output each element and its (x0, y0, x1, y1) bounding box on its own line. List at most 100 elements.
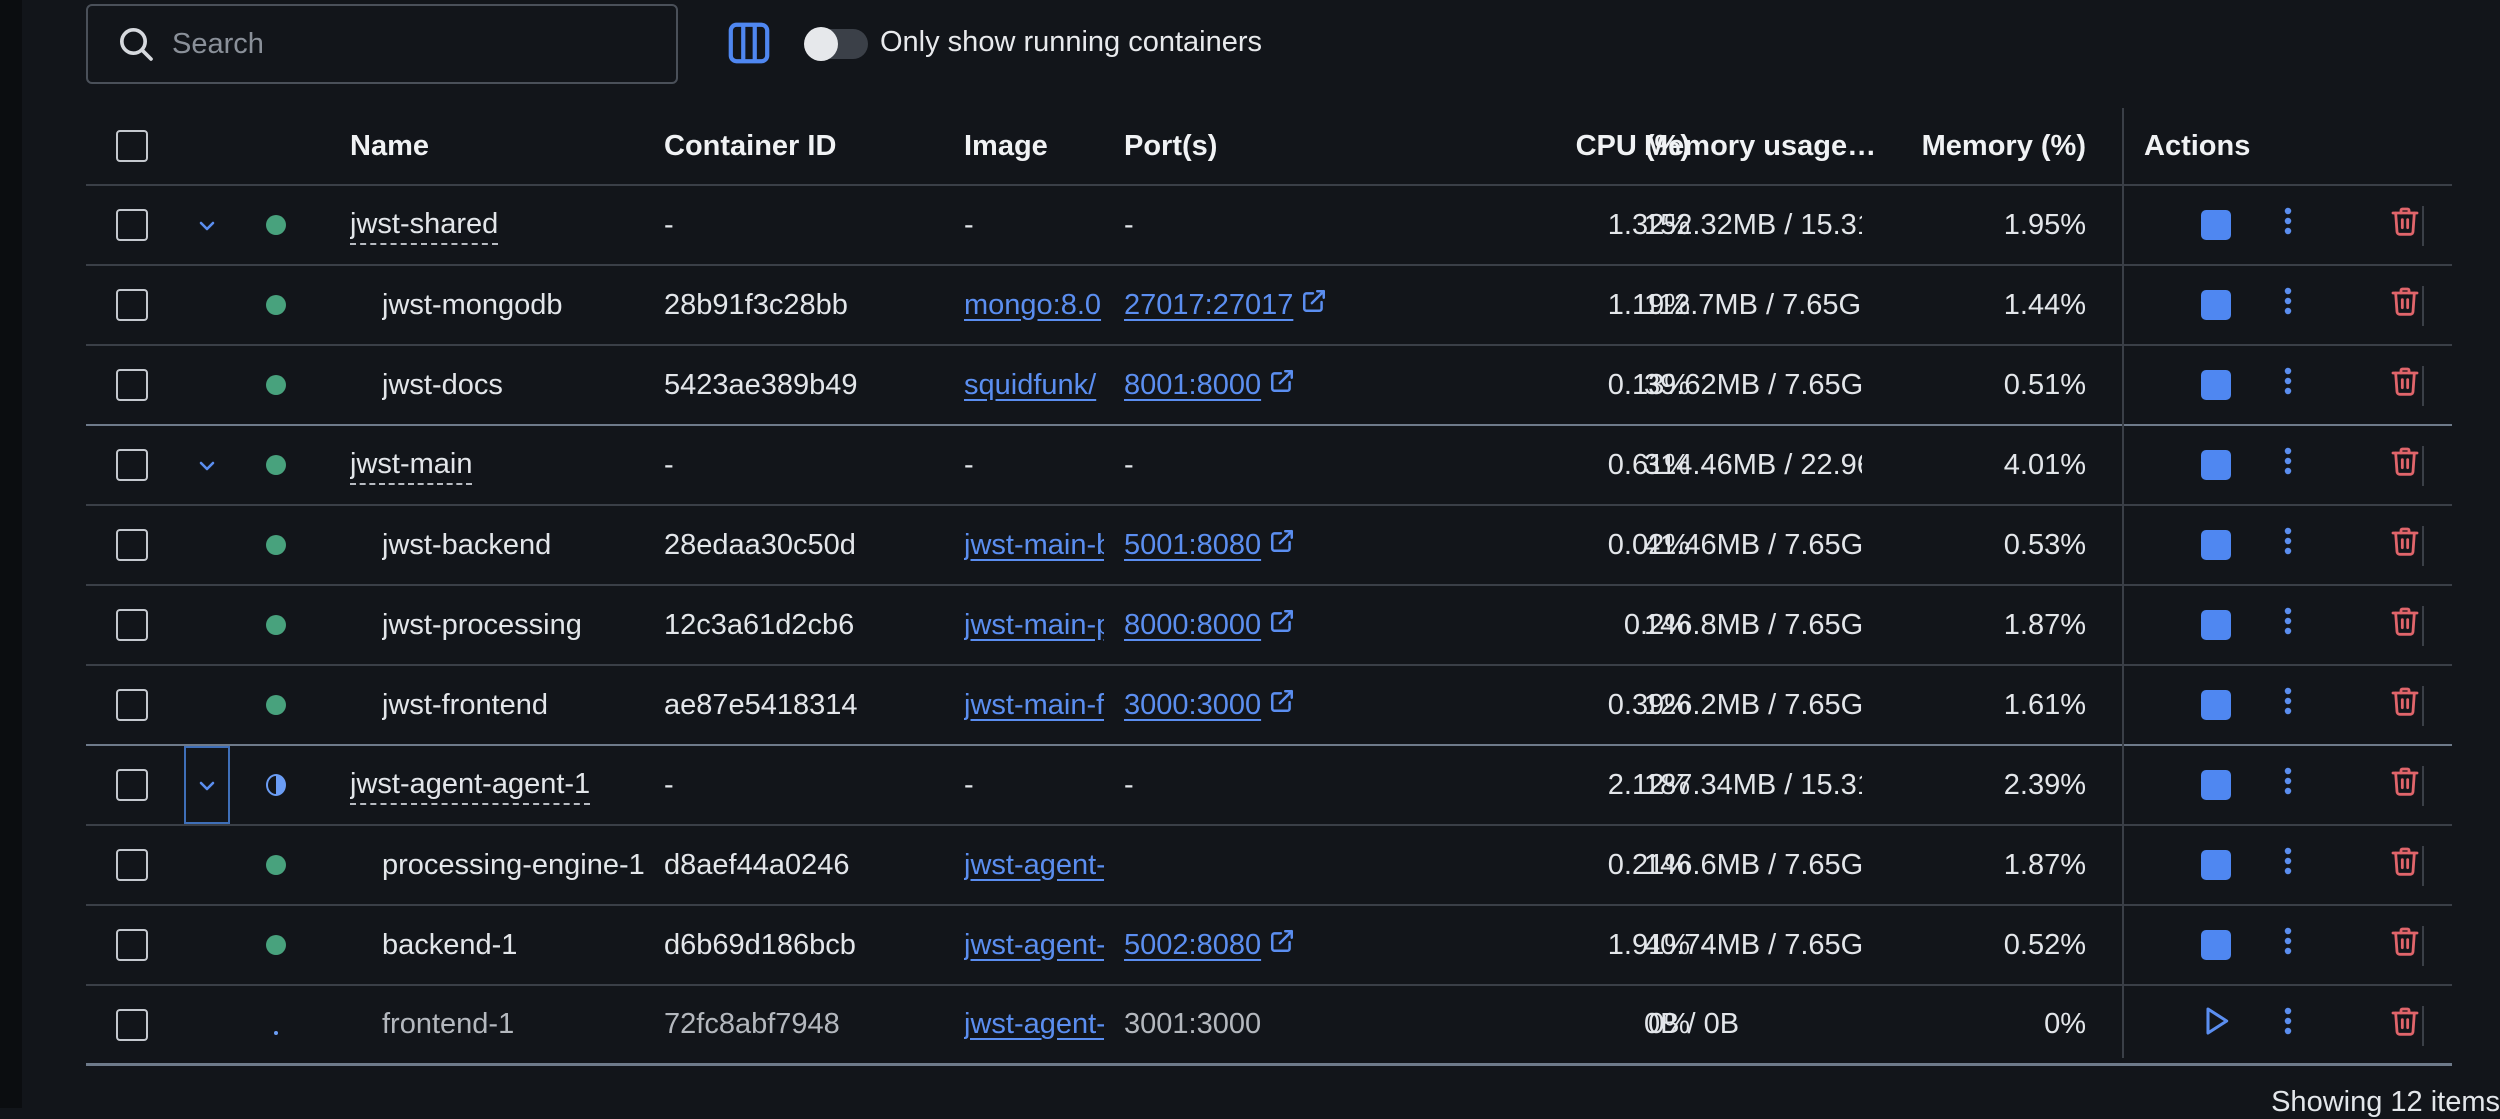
row-checkbox[interactable] (116, 209, 148, 241)
table-row[interactable]: backend-1 d6b69d186bcb jwst-agent- 5002:… (86, 906, 2452, 986)
stop-button[interactable] (2201, 450, 2231, 480)
container-name[interactable]: jwst-shared (350, 205, 499, 245)
more-options-icon[interactable] (2283, 525, 2293, 565)
table-row[interactable]: jwst-backend 28edaa30c50d jwst-main-b 50… (86, 506, 2452, 586)
more-options-icon[interactable] (2283, 285, 2293, 325)
external-link-icon[interactable] (1261, 928, 1295, 962)
trash-icon[interactable] (2389, 444, 2421, 486)
stop-button[interactable] (2201, 290, 2231, 320)
port-link[interactable]: 3000:3000 (1124, 689, 1261, 722)
expand-toggle[interactable] (184, 746, 230, 824)
stop-button[interactable] (2201, 850, 2231, 880)
more-options-icon[interactable] (2283, 925, 2293, 965)
row-checkbox[interactable] (116, 369, 148, 401)
container-name[interactable]: frontend-1 (382, 1008, 514, 1041)
row-checkbox[interactable] (116, 769, 148, 801)
trash-icon[interactable] (2389, 924, 2421, 966)
trash-icon[interactable] (2389, 284, 2421, 326)
container-name[interactable]: jwst-docs (382, 369, 503, 402)
header-memory-pct[interactable]: Memory (%) (1886, 108, 2086, 184)
external-link-icon[interactable] (1261, 368, 1295, 402)
search-box[interactable] (86, 4, 678, 84)
row-checkbox[interactable] (116, 529, 148, 561)
more-options-icon[interactable] (2283, 765, 2293, 805)
header-ports[interactable]: Port(s) (1124, 108, 1217, 184)
search-input[interactable] (172, 27, 652, 61)
image-link[interactable]: jwst-main-p (964, 609, 1104, 642)
trash-icon[interactable] (2389, 604, 2421, 646)
image-link[interactable]: mongo:8.0 (964, 289, 1101, 322)
header-name[interactable]: Name (350, 108, 429, 184)
container-name[interactable]: backend-1 (382, 929, 517, 962)
external-link-icon[interactable] (1261, 688, 1295, 722)
columns-icon[interactable] (726, 20, 772, 66)
table-row[interactable]: jwst-processing 12c3a61d2cb6 jwst-main-p… (86, 586, 2452, 666)
compose-group-row[interactable]: jwst-main - - - 0.61% 314.46MB / 22.96 4… (86, 426, 2452, 506)
table-row[interactable]: processing-engine-1 d8aef44a0246 jwst-ag… (86, 826, 2452, 906)
trash-icon[interactable] (2389, 364, 2421, 406)
more-options-icon[interactable] (2283, 365, 2293, 405)
row-checkbox[interactable] (116, 929, 148, 961)
external-link-icon[interactable] (1293, 288, 1327, 322)
row-checkbox[interactable] (116, 289, 148, 321)
trash-icon[interactable] (2389, 204, 2421, 246)
image-link[interactable]: jwst-agent- (964, 929, 1104, 962)
start-button[interactable] (2200, 1005, 2232, 1045)
image-link[interactable]: jwst-main-b (964, 529, 1104, 562)
port-link[interactable]: 8001:8000 (1124, 369, 1261, 402)
expand-toggle[interactable] (184, 186, 230, 264)
port-link[interactable]: 5002:8080 (1124, 929, 1261, 962)
container-name[interactable]: jwst-frontend (382, 689, 548, 722)
trash-icon[interactable] (2389, 1004, 2421, 1046)
stop-button[interactable] (2201, 370, 2231, 400)
external-link-icon[interactable] (1261, 528, 1295, 562)
row-checkbox[interactable] (116, 689, 148, 721)
container-name[interactable]: processing-engine-1 (382, 849, 645, 882)
row-checkbox[interactable] (116, 449, 148, 481)
select-all-checkbox[interactable] (116, 130, 148, 162)
more-options-icon[interactable] (2283, 1005, 2293, 1045)
port-link[interactable]: 27017:27017 (1124, 289, 1293, 322)
stop-button[interactable] (2201, 770, 2231, 800)
running-only-toggle[interactable] (804, 27, 868, 61)
stop-button[interactable] (2201, 530, 2231, 560)
compose-group-row[interactable]: jwst-shared - - - 1.32% 152.32MB / 15.31… (86, 186, 2452, 266)
container-name[interactable]: jwst-agent-agent-1 (350, 765, 591, 805)
table-row[interactable]: jwst-docs 5423ae389b49 squidfunk/ 8001:8… (86, 346, 2452, 426)
header-container-id[interactable]: Container ID (664, 108, 836, 184)
external-link-icon[interactable] (1261, 608, 1295, 642)
more-options-icon[interactable] (2283, 205, 2293, 245)
row-checkbox[interactable] (116, 609, 148, 641)
row-checkbox[interactable] (116, 849, 148, 881)
table-row[interactable]: jwst-frontend ae87e5418314 jwst-main-f 3… (86, 666, 2452, 746)
more-options-icon[interactable] (2283, 845, 2293, 885)
more-options-icon[interactable] (2283, 605, 2293, 645)
container-name[interactable]: jwst-mongodb (382, 289, 563, 322)
image-link[interactable]: jwst-agent- (964, 849, 1104, 882)
trash-icon[interactable] (2389, 524, 2421, 566)
more-options-icon[interactable] (2283, 445, 2293, 485)
stop-button[interactable] (2201, 210, 2231, 240)
header-memory-usage[interactable]: Memory usage… (1644, 108, 1884, 184)
stop-button[interactable] (2201, 610, 2231, 640)
trash-icon[interactable] (2389, 684, 2421, 726)
table-row[interactable]: jwst-mongodb 28b91f3c28bb mongo:8.0 2701… (86, 266, 2452, 346)
port-link[interactable]: 5001:8080 (1124, 529, 1261, 562)
trash-icon[interactable] (2389, 764, 2421, 806)
compose-group-row[interactable]: jwst-agent-agent-1 - - - 2.12% 187.34MB … (86, 746, 2452, 826)
header-image[interactable]: Image (964, 108, 1048, 184)
container-name[interactable]: jwst-main (350, 445, 473, 485)
image-link[interactable]: jwst-agent- (964, 1008, 1104, 1041)
image-link[interactable]: squidfunk/ (964, 369, 1096, 402)
stop-button[interactable] (2201, 930, 2231, 960)
trash-icon[interactable] (2389, 844, 2421, 886)
expand-toggle[interactable] (184, 426, 230, 504)
image-link[interactable]: jwst-main-f (964, 689, 1104, 722)
container-name[interactable]: jwst-backend (382, 529, 551, 562)
stop-button[interactable] (2201, 690, 2231, 720)
row-checkbox[interactable] (116, 1008, 148, 1041)
port-link[interactable]: 8000:8000 (1124, 609, 1261, 642)
container-name[interactable]: jwst-processing (382, 609, 582, 642)
table-row[interactable]: frontend-1 72fc8abf7948 jwst-agent- 3001… (86, 986, 2452, 1066)
more-options-icon[interactable] (2283, 685, 2293, 725)
